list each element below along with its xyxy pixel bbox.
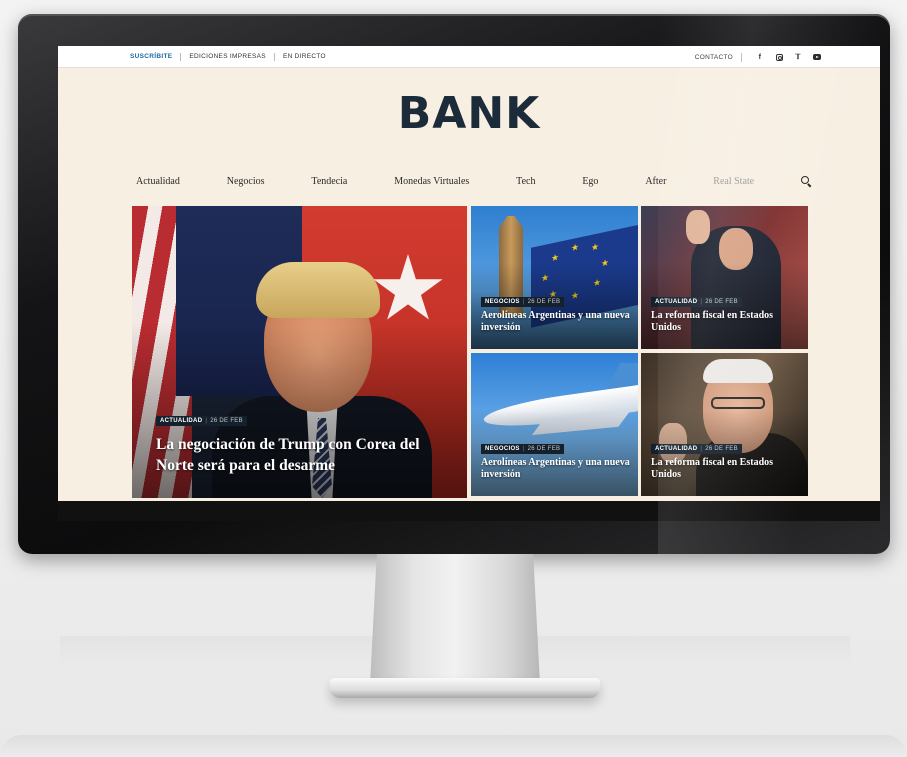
- subscribe-link[interactable]: SUSCRÍBITE: [130, 53, 180, 61]
- featured-card-main[interactable]: ACTUALIDAD | 26 DE FEB La negociación de…: [132, 206, 467, 498]
- contact-link[interactable]: CONTACTO: [695, 52, 742, 62]
- tag-category: NEGOCIOS: [485, 446, 520, 452]
- tag-category: ACTUALIDAD: [655, 446, 698, 452]
- nav-item-ego[interactable]: Ego: [582, 176, 598, 187]
- tag-category: ACTUALIDAD: [655, 299, 698, 305]
- nav-item-real-state[interactable]: Real State: [713, 176, 754, 187]
- category-tag: NEGOCIOS | 26 DE FEB: [481, 444, 565, 454]
- featured-grid: ACTUALIDAD | 26 DE FEB La negociación de…: [132, 206, 808, 498]
- tag-separator: |: [522, 299, 525, 305]
- card-headline[interactable]: La reforma fiscal en Estados Unidos: [651, 457, 801, 481]
- category-tag: ACTUALIDAD | 26 DE FEB: [651, 444, 742, 454]
- tag-date: 26 DE FEB: [527, 299, 561, 305]
- category-tag: ACTUALIDAD | 26 DE FEB: [651, 297, 742, 307]
- photo-person-hair: [256, 262, 380, 318]
- nav-item-tech[interactable]: Tech: [516, 176, 535, 187]
- website-screen: SUSCRÍBITE EDICIONES IMPRESAS EN DIRECTO…: [58, 46, 880, 521]
- top-bar: SUSCRÍBITE EDICIONES IMPRESAS EN DIRECTO…: [58, 46, 880, 68]
- card-headline[interactable]: Aerolíneas Argentinas y una nueva invers…: [481, 457, 631, 481]
- tag-date: 26 DE FEB: [705, 299, 738, 305]
- tag-separator: |: [700, 299, 703, 305]
- search-icon[interactable]: [801, 176, 811, 186]
- card-headline[interactable]: La negociación de Trump con Corea del No…: [156, 434, 456, 476]
- tag-date: 26 DE FEB: [527, 446, 561, 452]
- photo-person-hand: [686, 210, 710, 244]
- photo-person-hair: [703, 359, 773, 383]
- category-tag: NEGOCIOS | 26 DE FEB: [481, 297, 565, 307]
- instagram-icon[interactable]: [772, 52, 786, 62]
- photo-person-glasses: [711, 397, 765, 409]
- screen-bottom-edge: [58, 501, 880, 521]
- site-logo[interactable]: BANK: [58, 88, 880, 139]
- tag-separator: |: [700, 446, 703, 452]
- desk-surface: [0, 735, 907, 757]
- tag-separator: |: [522, 446, 525, 452]
- monitor-stand-neck: [370, 554, 540, 684]
- twitter-icon[interactable]: 𝕋: [791, 52, 805, 62]
- top-right: CONTACTO f 𝕋: [695, 52, 824, 62]
- featured-card-1[interactable]: ★ ★ ★ ★ ★ ★ ★ ★ NEGOCIOS | 26 DE FEB Aer…: [471, 206, 638, 349]
- top-links: SUSCRÍBITE EDICIONES IMPRESAS EN DIRECTO: [130, 53, 334, 61]
- featured-card-3[interactable]: NEGOCIOS | 26 DE FEB Aerolíneas Argentin…: [471, 353, 638, 496]
- facebook-icon[interactable]: f: [753, 52, 767, 62]
- monitor-frame: SUSCRÍBITE EDICIONES IMPRESAS EN DIRECTO…: [18, 14, 890, 554]
- tag-date: 26 DE FEB: [210, 418, 243, 424]
- card-headline[interactable]: La reforma fiscal en Estados Unidos: [651, 310, 801, 334]
- card-headline[interactable]: Aerolíneas Argentinas y una nueva invers…: [481, 310, 631, 334]
- nav-item-actualidad[interactable]: Actualidad: [136, 176, 180, 187]
- tag-category: ACTUALIDAD: [160, 418, 203, 424]
- monitor-stand-base: [330, 678, 600, 698]
- nav-item-negocios[interactable]: Negocios: [227, 176, 265, 187]
- print-editions-link[interactable]: EDICIONES IMPRESAS: [180, 53, 274, 61]
- tag-separator: |: [205, 418, 208, 424]
- nav-item-monedas-virtuales[interactable]: Monedas Virtuales: [394, 176, 469, 187]
- featured-card-2[interactable]: ACTUALIDAD | 26 DE FEB La reforma fiscal…: [641, 206, 808, 349]
- category-tag: ACTUALIDAD | 26 DE FEB: [156, 416, 247, 426]
- tag-category: NEGOCIOS: [485, 299, 520, 305]
- featured-card-4[interactable]: ACTUALIDAD | 26 DE FEB La reforma fiscal…: [641, 353, 808, 496]
- main-nav: Actualidad Negocios Tendecia Monedas Vir…: [136, 170, 811, 192]
- tag-date: 26 DE FEB: [705, 446, 738, 452]
- nav-item-after[interactable]: After: [645, 176, 666, 187]
- youtube-icon[interactable]: [810, 52, 824, 62]
- nav-item-tendecia[interactable]: Tendecia: [311, 176, 347, 187]
- live-link[interactable]: EN DIRECTO: [273, 53, 334, 61]
